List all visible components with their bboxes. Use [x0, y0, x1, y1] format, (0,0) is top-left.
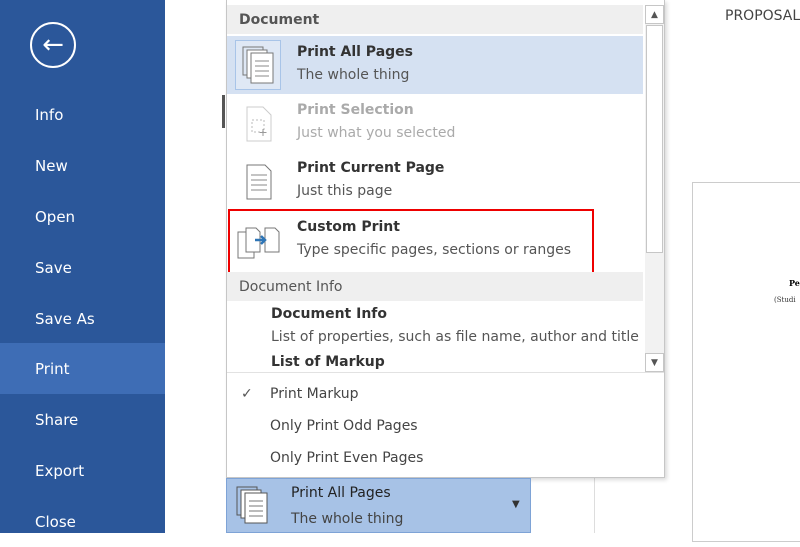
option-title: Print Current Page: [297, 160, 445, 176]
print-preview-page: Pe (Studi: [692, 182, 800, 542]
sidebar-item-export[interactable]: Export: [0, 445, 165, 496]
print-current-page-option[interactable]: Print Current Page Just this page: [227, 152, 643, 210]
option-title: Print Selection: [297, 102, 414, 118]
option-title: Print All Pages: [297, 44, 413, 60]
sidebar-item-save[interactable]: Save: [0, 242, 165, 293]
selection-page-icon: [235, 98, 281, 148]
sidebar-item-open[interactable]: Open: [0, 191, 165, 242]
scrollbar[interactable]: ▲ ▼: [645, 5, 664, 372]
scroll-up-icon[interactable]: ▲: [645, 5, 664, 24]
odd-pages-option[interactable]: Only Print Odd Pages: [270, 418, 418, 434]
select-subtitle: The whole thing: [291, 511, 404, 527]
checkmark-icon: ✓: [241, 386, 253, 402]
sidebar-item-save-as[interactable]: Save As: [0, 293, 165, 344]
scroll-down-icon[interactable]: ▼: [645, 353, 664, 372]
divider: [227, 372, 664, 373]
list-of-markup-option[interactable]: List of Markup: [271, 354, 385, 370]
option-subtitle: Just what you selected: [297, 125, 456, 141]
option-subtitle: List of properties, such as file name, a…: [271, 329, 639, 345]
sidebar-item-close[interactable]: Close: [0, 496, 165, 547]
select-title: Print All Pages: [291, 485, 391, 501]
chevron-down-icon: ▼: [512, 499, 520, 510]
section-header-document: Document: [227, 5, 643, 34]
document-info-option[interactable]: Document Info: [271, 306, 387, 322]
document-heading: PROPOSAL: [725, 8, 800, 24]
page-text: Pe: [789, 278, 800, 288]
back-arrow-icon[interactable]: ←: [30, 22, 76, 68]
sidebar-item-share[interactable]: Share: [0, 394, 165, 445]
even-pages-option[interactable]: Only Print Even Pages: [270, 450, 423, 466]
option-subtitle: Just this page: [297, 183, 393, 199]
divider: [222, 95, 225, 128]
print-all-pages-option[interactable]: Print All Pages The whole thing: [227, 36, 643, 94]
backstage-sidebar: ← Info New Open Save Save As Print Share…: [0, 0, 165, 533]
section-header-document-info: Document Info: [227, 272, 643, 301]
sidebar-item-print[interactable]: Print: [0, 343, 165, 394]
print-markup-option[interactable]: Print Markup: [270, 386, 359, 402]
print-range-dropdown: Document Print All Pages The whole thing…: [226, 0, 665, 478]
page-text: (Studi: [774, 296, 796, 304]
highlight-box: [228, 209, 594, 278]
single-page-icon: [235, 156, 281, 206]
sidebar-item-info[interactable]: Info: [0, 89, 165, 140]
sidebar-item-new[interactable]: New: [0, 140, 165, 191]
pages-stack-icon: [235, 485, 269, 529]
scroll-thumb[interactable]: [646, 25, 663, 253]
print-selection-option[interactable]: Print Selection Just what you selected: [227, 94, 643, 152]
pages-stack-icon: [235, 40, 281, 90]
option-subtitle: The whole thing: [297, 67, 410, 83]
divider: [594, 477, 595, 533]
print-range-select[interactable]: Print All Pages The whole thing ▼: [226, 478, 531, 533]
